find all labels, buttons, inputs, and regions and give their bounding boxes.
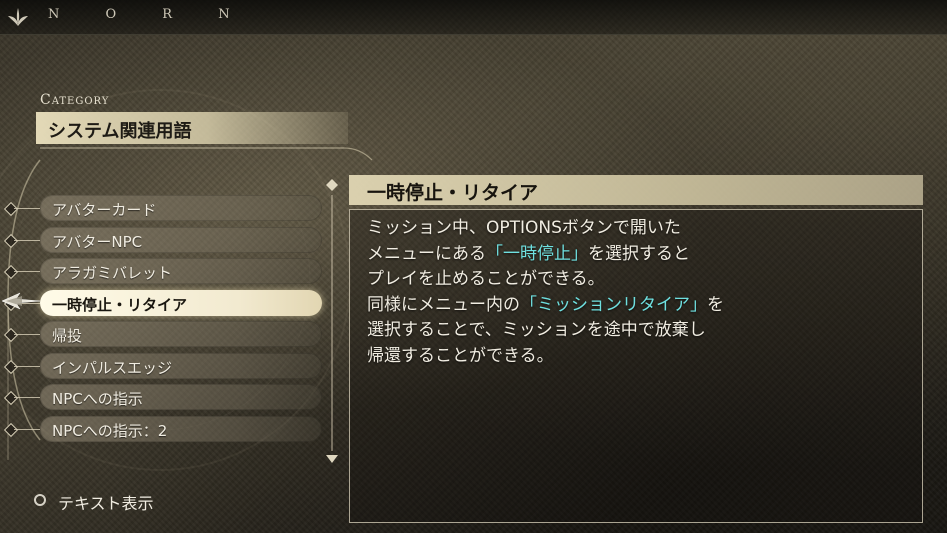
diamond-down-arrow-icon[interactable] [324, 452, 340, 466]
list-item[interactable]: アバターカード [40, 195, 322, 221]
detail-description: ミッション中、OPTIONSボタンで開いた メニューにある「一時停止」を選択すると… [367, 216, 907, 369]
list-item-label: アバターカード [52, 201, 157, 219]
list-item[interactable]: アバターNPC [40, 226, 322, 253]
detail-text-segment: を選択すると [588, 243, 690, 264]
list-item-label: アバターNPC [52, 232, 143, 251]
list-connector [14, 208, 40, 209]
detail-title-bar: 一時停止・リタイア [349, 175, 923, 205]
list-item[interactable]: 帰投 [40, 321, 322, 347]
list-item[interactable]: NPCへの指示：2 [40, 415, 322, 442]
scrollbar-track[interactable] [331, 195, 333, 451]
list-item-label: インパルスエッジ [52, 358, 173, 377]
detail-text-segment: 選択することで、ミッションを途中で放棄し [367, 320, 706, 340]
highlight-term: 「一時停止」 [486, 243, 588, 264]
detail-line: プレイを止めることができる。 [367, 267, 907, 293]
list-connector [14, 334, 40, 335]
list-connector [14, 239, 40, 241]
top-bar: N O R N [0, 0, 947, 35]
detail-line: 選択することで、ミッションを途中で放棄し [367, 318, 907, 344]
hint-label: テキスト表示 [58, 494, 154, 513]
list-item-label: 帰投 [52, 327, 83, 345]
circle-button-icon[interactable] [34, 494, 46, 506]
detail-text-segment: 同様にメニュー内の [367, 294, 520, 315]
category-heading: Category [40, 92, 110, 108]
list-connector [14, 428, 40, 430]
logo-text: N O R N [48, 7, 251, 22]
list-item-label: 一時停止・リタイア [52, 295, 188, 314]
list-item-label: NPCへの指示 [52, 390, 143, 408]
detail-text-segment: 帰還することができる。 [367, 345, 554, 366]
list-connector [14, 365, 40, 367]
detail-title: 一時停止・リタイア [367, 182, 539, 204]
list-item[interactable]: NPCへの指示 [40, 384, 322, 410]
diamond-up-arrow-icon[interactable] [324, 178, 340, 192]
winged-pointer-icon [1, 292, 41, 310]
detail-line: 帰還することができる。 [367, 344, 907, 370]
highlight-term: 「ミッションリタイア」 [520, 294, 707, 315]
list-item-label: NPCへの指示：2 [52, 421, 168, 440]
detail-panel: ミッション中、OPTIONSボタンで開いた メニューにある「一時停止」を選択すると… [349, 209, 923, 523]
category-name: システム関連用語 [48, 121, 192, 142]
detail-line: メニューにある「一時停止」を選択すると [367, 242, 907, 268]
list-item[interactable]: アラガミバレット [40, 258, 322, 284]
detail-text-segment: ミッション中、OPTIONSボタンで開いた [367, 218, 681, 238]
list-item[interactable]: 一時停止・リタイア [40, 289, 322, 316]
list-connector [14, 397, 40, 398]
leaf-emblem-icon [8, 8, 28, 26]
list-connector [14, 271, 40, 272]
category-banner: システム関連用語 [36, 112, 348, 144]
list-item[interactable]: インパルスエッジ [40, 352, 322, 379]
detail-text-segment: を [707, 294, 724, 315]
detail-text-segment: プレイを止めることができる。 [367, 269, 605, 289]
detail-line: 同様にメニュー内の「ミッションリタイア」を [367, 293, 907, 319]
detail-line: ミッション中、OPTIONSボタンで開いた [367, 216, 907, 242]
detail-text-segment: メニューにある [367, 243, 486, 264]
list-item-label: アラガミバレット [52, 264, 173, 282]
